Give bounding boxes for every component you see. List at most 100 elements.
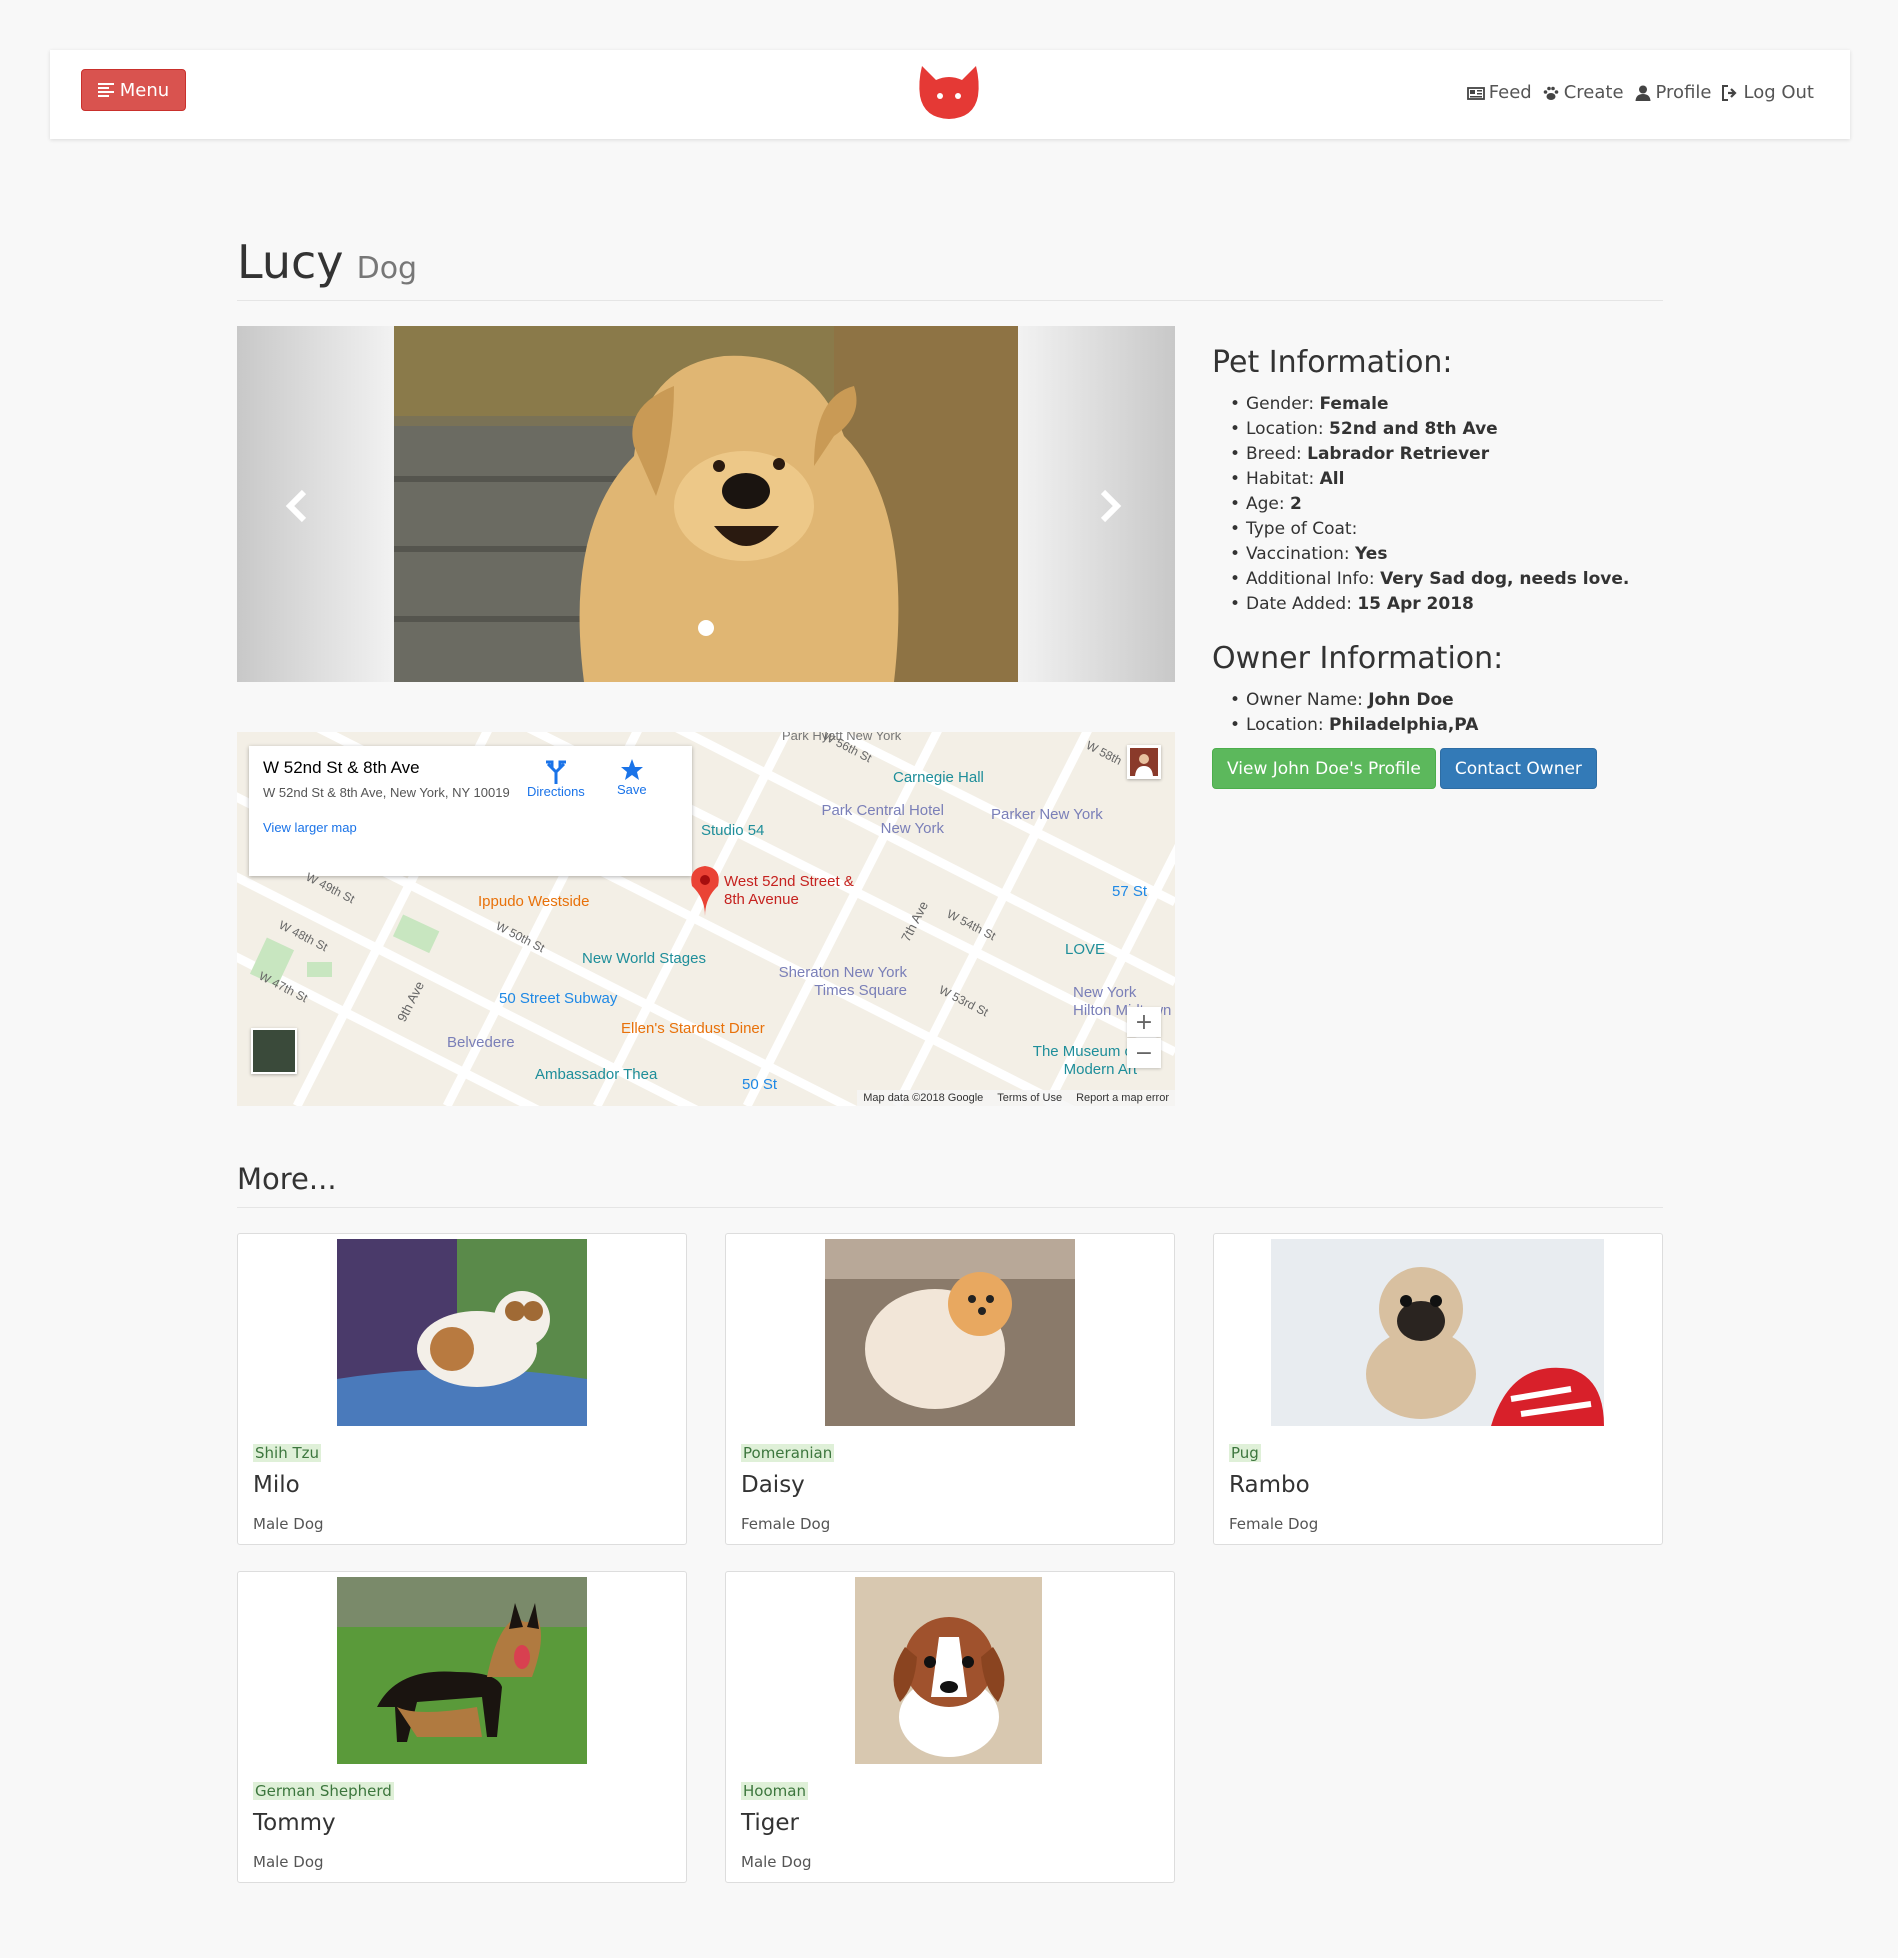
map-directions-label: Directions bbox=[527, 784, 585, 799]
nav-links: Feed Create Profile Log Out bbox=[1466, 82, 1814, 103]
nav-feed[interactable]: Feed bbox=[1466, 82, 1532, 103]
owner-info-value: Philadelphia,PA bbox=[1329, 715, 1479, 735]
pet-info-label: Age: bbox=[1246, 494, 1285, 514]
nav-logout[interactable]: Log Out bbox=[1721, 82, 1814, 103]
chevron-left-icon[interactable] bbox=[280, 486, 316, 526]
pet-info-item: Type of Coat: bbox=[1230, 517, 1672, 542]
pet-photo-carousel bbox=[237, 326, 1175, 682]
card-breed: Shih Tzu bbox=[253, 1444, 322, 1462]
map-place-card: W 52nd St & 8th Ave W 52nd St & 8th Ave,… bbox=[249, 746, 692, 876]
card-subtitle: Female Dog bbox=[741, 1515, 831, 1533]
zoom-in-button[interactable]: + bbox=[1127, 1007, 1161, 1037]
card-breed: Pomeranian bbox=[741, 1444, 835, 1462]
map-label-ippudo: Ippudo Westside bbox=[478, 893, 590, 910]
map-place-title: W 52nd St & 8th Ave bbox=[263, 758, 420, 777]
satellite-toggle[interactable] bbox=[251, 1028, 297, 1074]
pet-info-label: Location: bbox=[1246, 419, 1324, 439]
location-map[interactable]: W 52nd St & 8th Ave W 52nd St & 8th Ave,… bbox=[237, 732, 1175, 1106]
map-save-button[interactable]: Save bbox=[617, 758, 647, 797]
card-name: Tommy bbox=[253, 1810, 336, 1836]
fullscreen-button[interactable] bbox=[1127, 745, 1161, 779]
card-subtitle: Male Dog bbox=[741, 1853, 812, 1871]
shih-tzu-photo bbox=[337, 1239, 587, 1426]
pet-info-value: All bbox=[1319, 469, 1345, 489]
pet-info-value: 15 Apr 2018 bbox=[1357, 594, 1474, 614]
logout-icon bbox=[1722, 84, 1738, 101]
view-larger-map-link[interactable]: View larger map bbox=[263, 820, 678, 835]
pet-info-value: Female bbox=[1319, 394, 1389, 414]
map-save-label: Save bbox=[617, 782, 647, 797]
nav-feed-label: Feed bbox=[1488, 82, 1532, 103]
map-label-ellens: Ellen's Stardust Diner bbox=[621, 1020, 765, 1037]
top-navbar: Menu Feed Create Profile Log Out bbox=[50, 50, 1850, 139]
avatar-icon bbox=[1130, 748, 1158, 776]
view-owner-profile-button[interactable]: View John Doe's Profile bbox=[1212, 748, 1436, 789]
german-shepherd-photo bbox=[337, 1577, 587, 1764]
menu-icon bbox=[97, 83, 114, 97]
owner-info-label: Location: bbox=[1246, 715, 1324, 735]
newspaper-icon bbox=[1466, 86, 1485, 100]
pet-card[interactable]: Pug Rambo Female Dog bbox=[1213, 1233, 1663, 1545]
owner-info-item: Location: Philadelphia,PA bbox=[1230, 713, 1672, 738]
plus-icon: + bbox=[1134, 1009, 1154, 1035]
more-heading: More... bbox=[237, 1162, 1663, 1208]
contact-owner-button[interactable]: Contact Owner bbox=[1439, 748, 1597, 789]
card-subtitle: Male Dog bbox=[253, 1853, 324, 1871]
pet-card[interactable]: German Shepherd Tommy Male Dog bbox=[237, 1571, 687, 1883]
card-subtitle: Male Dog bbox=[253, 1515, 324, 1533]
owner-info-label: Owner Name: bbox=[1246, 690, 1363, 710]
map-label-57st: 57 St bbox=[1112, 883, 1148, 900]
card-breed: Pug bbox=[1229, 1444, 1261, 1462]
pet-info-item: Vaccination: Yes bbox=[1230, 542, 1672, 567]
pug-photo bbox=[1271, 1239, 1604, 1426]
pet-info-label: Type of Coat: bbox=[1246, 519, 1358, 539]
user-icon bbox=[1635, 85, 1651, 101]
owner-info-heading: Owner Information: bbox=[1212, 641, 1504, 676]
chevron-right-icon[interactable] bbox=[1091, 486, 1127, 526]
map-label-ambassador: Ambassador Thea bbox=[535, 1066, 658, 1083]
pet-info-value: 52nd and 8th Ave bbox=[1329, 419, 1498, 439]
pet-info-heading: Pet Information: bbox=[1212, 345, 1453, 380]
map-directions-button[interactable]: Directions bbox=[527, 758, 585, 799]
star-icon bbox=[620, 759, 643, 780]
map-footer: Map data ©2018 Google Terms of Use Repor… bbox=[857, 1090, 1175, 1106]
map-label-50st: 50 St bbox=[742, 1076, 778, 1093]
pet-info-item: Location: 52nd and 8th Ave bbox=[1230, 417, 1672, 442]
pet-info-label: Date Added: bbox=[1246, 594, 1352, 614]
map-label-parker: Parker New York bbox=[991, 806, 1103, 823]
pet-info-label: Breed: bbox=[1246, 444, 1302, 464]
directions-icon bbox=[545, 760, 566, 784]
map-terms-link[interactable]: Terms of Use bbox=[997, 1092, 1062, 1104]
map-report-link[interactable]: Report a map error bbox=[1076, 1092, 1169, 1104]
map-label-park-central: Park Central Hotel New York bbox=[821, 802, 944, 837]
pet-info-list: Gender: Female Location: 52nd and 8th Av… bbox=[1230, 392, 1672, 617]
map-label-50-street-subway: 50 Street Subway bbox=[499, 990, 618, 1007]
menu-button[interactable]: Menu bbox=[81, 69, 186, 111]
zoom-out-button[interactable]: − bbox=[1127, 1038, 1161, 1068]
owner-actions: View John Doe's Profile Contact Owner bbox=[1212, 748, 1672, 789]
owner-info-value: John Doe bbox=[1368, 690, 1454, 710]
map-label-moma: The Museum of Modern Art bbox=[1032, 1043, 1137, 1078]
pet-info-label: Habitat: bbox=[1246, 469, 1315, 489]
pet-card[interactable]: Pomeranian Daisy Female Dog bbox=[725, 1233, 1175, 1545]
pet-info-item: Additional Info: Very Sad dog, needs lov… bbox=[1230, 567, 1672, 592]
owner-info-item: Owner Name: John Doe bbox=[1230, 688, 1672, 713]
pet-card[interactable]: Hooman Tiger Male Dog bbox=[725, 1571, 1175, 1883]
pet-info-label: Additional Info: bbox=[1246, 569, 1375, 589]
pet-info-item: Gender: Female bbox=[1230, 392, 1672, 417]
pet-info-value: 2 bbox=[1290, 494, 1302, 514]
nav-profile[interactable]: Profile bbox=[1634, 82, 1711, 103]
map-pin-icon bbox=[691, 866, 719, 916]
nav-logout-label: Log Out bbox=[1743, 82, 1814, 103]
pet-info-value: Very Sad dog, needs love. bbox=[1380, 569, 1630, 589]
pomeranian-photo bbox=[825, 1239, 1075, 1426]
pet-info-value: Labrador Retriever bbox=[1307, 444, 1490, 464]
pet-info-item: Date Added: 15 Apr 2018 bbox=[1230, 592, 1672, 617]
nav-create[interactable]: Create bbox=[1542, 82, 1624, 103]
carousel-indicator[interactable] bbox=[698, 620, 714, 636]
pet-card[interactable]: Shih Tzu Milo Male Dog bbox=[237, 1233, 687, 1545]
card-name: Rambo bbox=[1229, 1472, 1310, 1498]
cat-logo-icon[interactable] bbox=[916, 62, 982, 122]
pet-info-label: Gender: bbox=[1246, 394, 1315, 414]
pet-info-item: Breed: Labrador Retriever bbox=[1230, 442, 1672, 467]
